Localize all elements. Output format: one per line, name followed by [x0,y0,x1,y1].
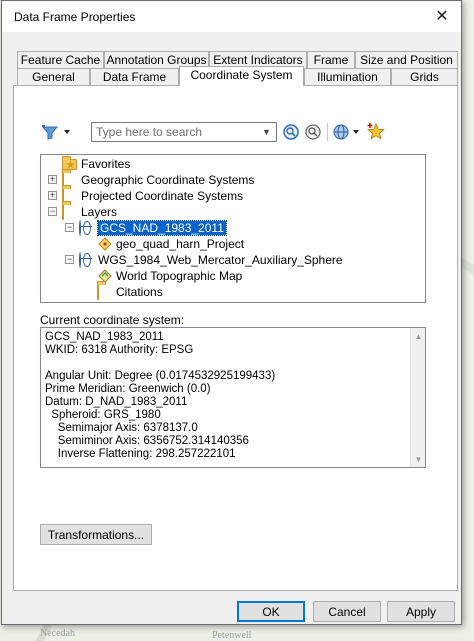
tree-item-label: Citations [116,285,163,299]
tree-item-wgs-1984-web-mercator[interactable]: WGS_1984_Web_Mercator_Auxiliary_Sphere [79,252,343,268]
collapse-button[interactable]: − [65,255,74,264]
cancel-button[interactable]: Cancel [313,601,381,622]
tab-size-and-position[interactable]: Size and Position [355,51,458,69]
globe-icon [79,220,95,236]
tree-item-citations[interactable]: Citations [97,284,163,300]
filter-icon[interactable] [40,122,74,142]
coordinate-system-panel: ▼ [13,85,458,591]
collapse-button[interactable]: − [48,207,57,216]
point-layer-icon [97,237,113,251]
add-favorite-icon[interactable] [366,122,386,142]
tab-feature-cache[interactable]: Feature Cache [17,51,104,69]
tree-item-label: Layers [81,205,118,219]
search-input[interactable] [91,122,277,142]
tree-item-label: GCS_NAD_1983_2011 [97,220,227,236]
tree-item-world-topographic-map[interactable]: World Topographic Map [97,268,242,284]
tree-item-geographic-coordinate-systems[interactable]: Geographic Coordinate Systems [62,172,254,188]
details-line: Semimajor Axis: 6378137.0 [45,422,198,434]
toolbar-separator [327,123,328,141]
tree-item-gcs-nad-1983-2011[interactable]: GCS_NAD_1983_2011 [79,220,227,236]
details-line: Spheroid: GRS_1980 [45,409,161,421]
scroll-up-icon[interactable]: ▲ [411,328,425,344]
expand-button[interactable]: + [48,191,57,200]
search-options-icon[interactable] [304,123,322,141]
tab-general[interactable]: General [17,68,90,86]
tab-illumination[interactable]: Illumination [304,68,391,86]
tree-item-favorites[interactable]: Favorites [62,156,130,172]
apply-button[interactable]: Apply [387,601,455,622]
details-line: Inverse Flattening: 298.257222101 [45,448,236,460]
title-bar[interactable]: Data Frame Properties ✕ [2,1,461,32]
globe-icon[interactable] [332,122,364,142]
tab-coordinate-system[interactable]: Coordinate System [179,66,304,86]
scroll-down-icon[interactable]: ▼ [411,451,425,467]
tree-item-geo-quad-harn-project[interactable]: geo_quad_harn_Project [97,236,244,252]
folder-icon [97,284,113,300]
search-icon[interactable] [282,123,300,141]
coordinate-system-tree[interactable]: Favorites + Geographic Coordinate System… [40,154,426,303]
tab-frame[interactable]: Frame [307,51,355,69]
details-line: GCS_NAD_1983_2011 [45,331,164,343]
ok-button[interactable]: OK [237,601,305,622]
data-frame-properties-dialog: Data Frame Properties ✕ Feature Cache An… [1,0,462,625]
details-line: Angular Unit: Degree (0.0174532925199433… [45,370,276,382]
details-line: Prime Meridian: Greenwich (0.0) [45,383,211,395]
transformations-button[interactable]: Transformations... [40,524,152,545]
tree-item-label: World Topographic Map [116,269,243,283]
window-title: Data Frame Properties [14,9,136,24]
globe-icon [79,252,95,268]
collapse-button[interactable]: − [65,223,74,232]
map-label: Petenwell [212,630,252,641]
map-label: Necedah [40,628,75,639]
details-line: WKID: 6318 Authority: EPSG [45,344,194,356]
tab-data-frame[interactable]: Data Frame [90,68,179,86]
details-line: Semiminor Axis: 6356752.314140356 [45,435,249,447]
close-icon[interactable]: ✕ [429,5,455,27]
tree-item-projected-coordinate-systems[interactable]: Projected Coordinate Systems [62,188,243,204]
tree-item-label: geo_quad_harn_Project [116,237,245,251]
open-folder-icon [62,204,78,220]
tree-item-layers[interactable]: Layers [62,204,117,220]
tree-item-label: Favorites [81,157,131,171]
chevron-down-icon[interactable]: ▼ [257,123,276,141]
details-line: Datum: D_NAD_1983_2011 [45,396,188,408]
details-scrollbar[interactable]: ▲ ▼ [410,328,425,467]
tree-item-label: WGS_1984_Web_Mercator_Auxiliary_Sphere [98,253,343,267]
tree-item-label: Projected Coordinate Systems [81,189,244,203]
tree-item-label: Geographic Coordinate Systems [81,173,255,187]
tab-grids[interactable]: Grids [391,68,458,86]
current-coordinate-system-label: Current coordinate system: [40,313,185,327]
coordinate-system-details[interactable]: GCS_NAD_1983_2011 WKID: 6318 Authority: … [40,327,426,468]
expand-button[interactable]: + [48,175,57,184]
